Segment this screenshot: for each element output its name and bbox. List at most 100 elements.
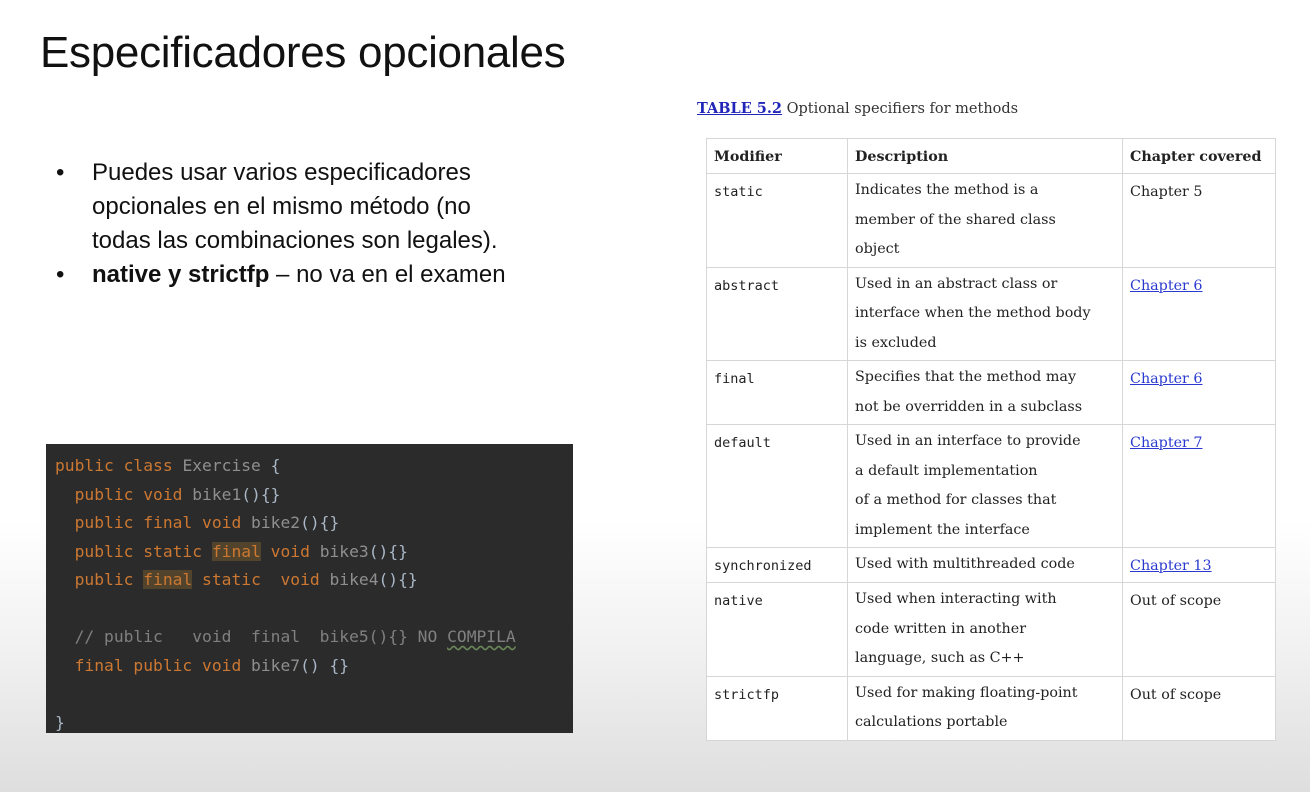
code-token: bike3 [319, 541, 369, 561]
table-row: static Indicates the method is a member of… [706, 173, 1276, 268]
code-token: (){} [378, 570, 418, 589]
slide-title: Especificadores opcionales [40, 28, 566, 77]
chapter-cell: Chapter 7 [1122, 424, 1276, 548]
description-line: Indicates the method is a [855, 182, 1039, 198]
code-token: COMPILA [447, 627, 516, 646]
chapter-cell: Chapter 6 [1122, 360, 1276, 425]
code-token: () {} [300, 655, 350, 675]
chapter-link[interactable]: Chapter 13 [1130, 558, 1212, 574]
code-token: { [260, 456, 281, 475]
bullet-text: Puedes usar varios especificadores opcio… [92, 159, 498, 254]
header-modifier: Modifier [706, 138, 848, 174]
code-token: final [143, 570, 193, 589]
table-row: synchronized Used with multithreaded code… [706, 547, 1276, 583]
bullet-item: • Puedes usar varios especificadores opc… [56, 156, 526, 258]
table-reference-link[interactable]: TABLE 5.2 [697, 100, 782, 117]
description-line: Used in an interface to provide [855, 433, 1081, 449]
table-row: strictfp Used for making floating-point ca… [706, 675, 1276, 741]
header-chapter: Chapter covered [1122, 138, 1276, 174]
description-line: interface when the method body [855, 305, 1091, 321]
modifier-cell: static [706, 173, 848, 268]
code-token: bike7 [251, 655, 301, 675]
chapter-cell: Out of scope [1122, 675, 1276, 741]
bullet-bold-text: native y strictfp [92, 261, 270, 288]
code-line: public void bike1(){} [55, 481, 573, 510]
chapter-link[interactable]: Chapter 6 [1130, 278, 1203, 294]
code-token: public [55, 570, 144, 589]
code-snippet: public class Exercise { public void bike… [46, 444, 573, 733]
description-cell: Specifies that the method may not be over… [847, 360, 1123, 425]
code-token: // public void final bike5(){} NO [55, 627, 448, 646]
bullet-text: – no va en el examen [269, 261, 506, 288]
code-token: public static [55, 541, 212, 561]
code-line: } [55, 709, 573, 734]
chapter-cell: Out of scope [1122, 582, 1276, 677]
table-caption: TABLE 5.2 Optional specifiers for method… [697, 100, 1018, 117]
modifier-cell: abstract [706, 266, 848, 361]
chapter-link[interactable]: Chapter 7 [1130, 435, 1203, 451]
description-cell: Used when interacting with code written i… [847, 582, 1123, 677]
code-token: } [55, 712, 65, 732]
code-token: public class [55, 456, 183, 475]
description-line: code written in another [855, 620, 1027, 637]
description-line: Used for making floating-point [855, 684, 1078, 701]
description-line: Used when interacting with [855, 591, 1057, 607]
code-line: public final static void bike4(){} [55, 566, 573, 595]
bullet-dot: • [56, 159, 65, 186]
description-cell: Indicates the method is a member of the s… [847, 173, 1123, 268]
code-line: public final void bike2(){} [55, 509, 573, 538]
code-token: final public void [55, 655, 252, 675]
code-token: static void [192, 570, 330, 589]
modifier-cell: final [706, 360, 848, 425]
chapter-text: Out of scope [1130, 686, 1222, 703]
modifier-cell: default [706, 424, 848, 548]
description-cell: Used in an interface to provide a default… [847, 424, 1123, 548]
chapter-link[interactable]: Chapter 6 [1130, 371, 1203, 387]
code-token: bike1 [192, 484, 242, 504]
description-cell: Used for making floating-point calculatio… [847, 675, 1123, 741]
code-line: public class Exercise { [55, 452, 573, 481]
chapter-cell: Chapter 13 [1122, 547, 1276, 583]
table-row: abstract Used in an abstract class or inte… [706, 266, 1276, 361]
description-line: Used in an abstract class or [855, 275, 1058, 292]
code-token: public final void [55, 513, 252, 532]
description-line: Used with multithreaded code [855, 556, 1075, 572]
chapter-cell: Chapter 5 [1122, 173, 1276, 268]
modifier-cell: strictfp [706, 675, 848, 741]
bullet-dot: • [56, 261, 65, 288]
table-row: native Used when interacting with code wri… [706, 582, 1276, 677]
description-line: object [855, 241, 900, 257]
code-line: final public void bike7() {} [55, 652, 573, 681]
description-line: Specifies that the method may [855, 369, 1077, 385]
description-line: a default implementation [855, 462, 1038, 479]
code-line: public static final void bike3(){} [55, 538, 573, 567]
code-token: Exercise [182, 456, 261, 475]
modifier-cell: synchronized [706, 547, 848, 583]
table-caption-text: Optional specifiers for methods [782, 101, 1019, 117]
code-token: bike4 [329, 570, 379, 589]
table-body: static Indicates the method is a member of… [706, 173, 1276, 741]
description-line: calculations portable [855, 714, 1008, 730]
code-token: final [211, 541, 261, 561]
description-cell: Used with multithreaded code [847, 547, 1123, 583]
bullet-item: • native y strictfp – no va en el examen [56, 258, 526, 292]
code-token: (){} [241, 484, 281, 504]
table-row: default Used in an interface to provide a … [706, 424, 1276, 548]
bullet-list: • Puedes usar varios especificadores opc… [56, 156, 526, 292]
code-token: void [260, 541, 320, 561]
description-line: implement the interface [855, 521, 1030, 538]
description-line: is excluded [855, 334, 937, 351]
code-token: bike2 [251, 513, 301, 532]
chapter-text: Chapter 5 [1130, 184, 1203, 200]
description-line: not be overridden in a subclass [855, 398, 1083, 415]
code-line: // public void final bike5(){} NO COMPIL… [55, 623, 573, 652]
chapter-text: Out of scope [1130, 593, 1222, 609]
table-row: final Specifies that the method may not be… [706, 360, 1276, 425]
code-token: (){} [300, 513, 340, 532]
specifiers-table: Modifier Description Chapter covered sta… [706, 138, 1276, 741]
table-header-row: Modifier Description Chapter covered [706, 138, 1276, 174]
description-line: language, such as C++ [855, 650, 1025, 666]
modifier-cell: native [706, 582, 848, 677]
